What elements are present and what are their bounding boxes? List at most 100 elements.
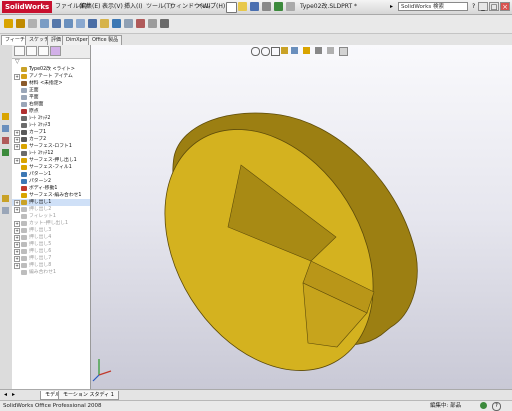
filter-icon[interactable]: ▽ [15,59,21,65]
undo-icon[interactable] [274,2,283,11]
tree-item[interactable]: Type02改 <ライト> [12,66,90,73]
property-manager-tab-icon[interactable] [26,46,37,56]
tree-item-label: 押し出し2 [29,207,52,212]
curve-icon [21,137,27,142]
dimxpert-manager-tab-icon[interactable] [50,46,61,56]
sketch-tool-icon[interactable] [2,113,9,120]
tree-item[interactable]: + カーブ1 [12,129,90,136]
tree-item[interactable]: ボディ-移動1 [12,185,90,192]
feature-manager-panel: ▽ Type02改 <ライト> + アノテート アイテム 材料 <未指定> 正面 平面 右側… [12,45,91,389]
revolve-cut-icon[interactable] [64,19,73,28]
tree-item-label: カーブ2 [29,137,47,142]
graphics-viewport[interactable] [91,45,512,389]
tree-item[interactable]: + 押し出し3 [12,227,90,234]
open-folder-icon[interactable] [238,2,247,11]
tree-item[interactable]: + 押し出し5 [12,241,90,248]
tree-item[interactable]: + 押し出し1 [12,199,90,206]
tree-item[interactable]: + カットｰ押し出し1 [12,220,90,227]
tree-item[interactable]: + 押し出し8 [12,262,90,269]
search-input[interactable]: SolidWorks 検索 [398,2,468,11]
offset-icon[interactable] [2,149,9,156]
tree-item[interactable]: + サーフェス-押し出し1 [12,157,90,164]
mirror-icon[interactable] [124,19,133,28]
tree-item[interactable]: フィレット1 [12,213,90,220]
tree-item[interactable]: + アノテート アイテム [12,73,90,80]
extrude-boss-icon[interactable] [4,19,13,28]
tree-item[interactable]: + サーフェス-ロフト1 [12,143,90,150]
revolve-icon[interactable] [16,19,25,28]
curve-icon [21,130,27,135]
plane-icon [21,102,27,107]
tree-item[interactable]: パターン2 [12,178,90,185]
loft-icon[interactable] [40,19,49,28]
feature-icon[interactable] [2,195,9,202]
configuration-manager-tab-icon[interactable] [38,46,49,56]
tree-item-label: 編み合わせ1 [29,270,57,275]
tree-item[interactable]: 材料 <未指定> [12,80,90,87]
trim-icon[interactable] [2,137,9,144]
tree-item[interactable]: ｼｰﾄ ｽｹｯﾁ12 [12,150,90,157]
feature-manager-tab-icon[interactable] [14,46,25,56]
tree-item[interactable]: 平面 [12,94,90,101]
tree-item-label: 押し出し5 [29,242,52,247]
tree-item[interactable]: ｼｰﾄ ｽｹｯﾁ3 [12,122,90,129]
select-arrow-icon[interactable] [286,2,295,11]
material-icon [21,81,27,86]
smart-dimension-icon[interactable] [2,125,9,132]
help-icon[interactable]: ? [472,3,475,11]
chamfer-icon[interactable] [88,19,97,28]
tab-scroll-right-icon[interactable]: ▸ [12,391,18,398]
shell-icon[interactable] [100,19,109,28]
tree-item-label: サーフェス-ロフト1 [29,144,72,149]
maximize-button[interactable]: □ [489,2,499,11]
rebuild-status-icon[interactable] [480,402,487,409]
save-icon[interactable] [250,2,259,11]
extrude-icon [21,228,27,233]
tree-item-label: 押し出し3 [29,228,52,233]
sketch-icon [21,151,27,156]
tab-office-products[interactable]: Office 製品 [88,35,123,45]
menu-view[interactable]: 表示(V) [102,2,123,12]
close-button[interactable]: × [500,2,510,11]
tree-item[interactable]: 右側面 [12,101,90,108]
new-document-icon[interactable] [226,2,237,13]
pattern-icon[interactable] [112,19,121,28]
tree-item[interactable]: + 押し出し7 [12,255,90,262]
tree-item-label: フィレット1 [29,214,56,219]
menu-edit[interactable]: 編集(E) [80,2,100,12]
tree-item[interactable]: 原点 [12,108,90,115]
tree-item[interactable]: 編み合わせ1 [12,269,90,276]
tree-item[interactable]: + カーブ2 [12,136,90,143]
extrude-cut-icon[interactable] [52,19,61,28]
tree-item[interactable]: 正面 [12,87,90,94]
plane-icon[interactable] [2,207,9,214]
tab-motion-study[interactable]: モーション スタディ 1 [58,391,119,400]
sweep-icon[interactable] [28,19,37,28]
knit-icon [21,193,27,198]
curves-icon[interactable] [160,19,169,28]
tree-item[interactable]: + 押し出し4 [12,234,90,241]
search-icon[interactable]: ▸ [390,3,396,10]
solidworks-logo[interactable]: SolidWorks [2,1,52,13]
sketch-icon [21,123,27,128]
tree-item[interactable]: ｼｰﾄ ｽｹｯﾁ2 [12,115,90,122]
bottom-tabs: ◂ ▸ モデル モーション スタディ 1 [0,389,512,400]
tree-item[interactable]: + 押し出し6 [12,248,90,255]
tree-item[interactable]: サーフェス-編み合わせ1 [12,192,90,199]
reference-geometry-icon[interactable] [148,19,157,28]
print-icon[interactable] [262,2,271,11]
tree-item[interactable]: パターン1 [12,171,90,178]
minimize-button[interactable]: _ [478,2,488,11]
menu-tools[interactable]: ツール(T) [146,2,172,12]
hole-wizard-icon[interactable] [136,19,145,28]
menu-help[interactable]: ヘルプ(H) [198,2,225,12]
fillet-icon[interactable] [76,19,85,28]
tab-scroll-left-icon[interactable]: ◂ [4,391,10,398]
part-model[interactable] [91,45,512,389]
tree-item[interactable]: + 押し出し2 [12,206,90,213]
tree-item[interactable]: サーフェス-フィル1 [12,164,90,171]
extrude-icon [21,200,27,205]
tree-item-label: 押し出し6 [29,249,52,254]
tree-item-label: サーフェス-フィル1 [29,165,72,170]
menu-insert[interactable]: 挿入(I) [124,2,142,12]
